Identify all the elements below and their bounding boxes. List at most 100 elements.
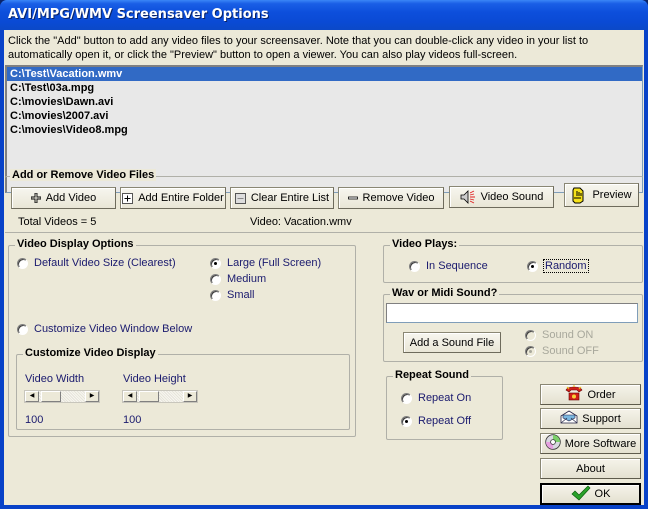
- sound-on-label: Sound ON: [542, 329, 594, 341]
- radio-circle: [409, 260, 420, 272]
- wav-midi-sound-label: Wav or Midi Sound?: [390, 287, 500, 299]
- repeat-on-label: Repeat On: [418, 392, 472, 404]
- sound-on-radio[interactable]: Sound ON: [525, 329, 593, 341]
- default-video-size-radio[interactable]: Default Video Size (Clearest): [17, 257, 176, 269]
- file-list-item[interactable]: C:\Test\Vacation.wmv: [7, 67, 642, 81]
- video-height-value: 100: [123, 414, 142, 426]
- add-video-label: Add Video: [45, 192, 97, 204]
- minus-icon: [347, 195, 358, 201]
- video-height-slider[interactable]: ◀ ▶: [122, 390, 198, 403]
- ok-label: OK: [594, 488, 611, 500]
- medium-label: Medium: [227, 273, 267, 285]
- radio-circle: [401, 392, 412, 404]
- plus-box-icon: [122, 192, 134, 204]
- file-list-item[interactable]: C:\movies\Video8.mpg: [7, 123, 642, 137]
- about-button[interactable]: About: [540, 458, 641, 479]
- radio-circle: [210, 257, 221, 269]
- scroll-left-arrow-icon[interactable]: ◀: [25, 391, 39, 402]
- video-plays-label: Video Plays:: [390, 238, 460, 250]
- current-video-name: Video: Vacation.wmv: [250, 216, 352, 228]
- add-sound-file-button[interactable]: Add a Sound File: [403, 332, 501, 353]
- speaker-icon: [460, 190, 476, 204]
- repeat-off-radio[interactable]: Repeat Off: [401, 415, 471, 427]
- add-sound-file-label: Add a Sound File: [409, 336, 495, 349]
- large-full-screen-label: Large (Full Screen): [227, 257, 322, 269]
- clear-entire-list-label: Clear Entire List: [250, 192, 330, 204]
- scroll-right-arrow-icon[interactable]: ▶: [85, 391, 99, 402]
- more-software-label: More Software: [564, 437, 637, 450]
- radio-circle: [525, 345, 536, 357]
- medium-radio[interactable]: Medium: [210, 273, 266, 285]
- more-software-button[interactable]: More Software: [540, 433, 641, 454]
- customize-video-window-radio[interactable]: Customize Video Window Below: [17, 323, 192, 335]
- repeat-sound-label: Repeat Sound: [393, 369, 471, 381]
- random-label: Random: [543, 259, 589, 273]
- default-video-size-label: Default Video Size (Clearest): [34, 257, 176, 269]
- sound-off-label: Sound OFF: [542, 345, 599, 357]
- file-list-item[interactable]: C:\Test\03a.mpg: [7, 81, 642, 95]
- repeat-sound-group: Repeat Sound: [386, 369, 503, 440]
- slider-thumb[interactable]: [41, 391, 61, 402]
- scroll-left-arrow-icon[interactable]: ◀: [123, 391, 137, 402]
- radio-circle: [17, 323, 28, 335]
- file-list-item[interactable]: C:\movies\Dawn.avi: [7, 95, 642, 109]
- customize-video-window-label: Customize Video Window Below: [34, 323, 193, 335]
- customize-video-display-label: Customize Video Display: [23, 347, 158, 359]
- remove-video-label: Remove Video: [362, 192, 435, 204]
- instructions-text: Click the "Add" button to add any video …: [8, 35, 589, 61]
- add-remove-group-label: Add or Remove Video Files: [10, 169, 157, 181]
- radio-circle: [401, 415, 412, 427]
- scroll-right-arrow-icon[interactable]: ▶: [183, 391, 197, 402]
- video-sound-button[interactable]: Video Sound: [449, 186, 554, 208]
- video-width-label: Video Width: [25, 373, 85, 385]
- total-videos-count: Total Videos = 5: [18, 216, 97, 228]
- screensaver-options-window: AVI/MPG/WMV Screensaver Options Click th…: [0, 0, 648, 509]
- minus-box-icon: [234, 192, 246, 204]
- title-bar[interactable]: AVI/MPG/WMV Screensaver Options: [0, 0, 648, 30]
- add-entire-folder-button[interactable]: Add Entire Folder: [120, 187, 226, 209]
- add-entire-folder-label: Add Entire Folder: [138, 192, 224, 204]
- window-title: AVI/MPG/WMV Screensaver Options: [8, 7, 269, 22]
- video-sound-label: Video Sound: [480, 191, 544, 203]
- checkmark-icon: [571, 485, 591, 504]
- about-label: About: [576, 462, 605, 475]
- file-list-item[interactable]: C:\movies\2007.avi: [7, 109, 642, 123]
- cd-disc-icon: [545, 434, 561, 453]
- support-label: Support: [582, 412, 621, 425]
- preview-button[interactable]: Preview: [564, 183, 639, 207]
- order-button[interactable]: Order: [540, 384, 641, 405]
- preview-icon: [571, 186, 587, 204]
- in-sequence-label: In Sequence: [426, 260, 488, 272]
- telephone-icon: [565, 385, 583, 404]
- video-width-slider[interactable]: ◀ ▶: [24, 390, 100, 403]
- clear-entire-list-button[interactable]: Clear Entire List: [230, 187, 334, 209]
- small-radio[interactable]: Small: [210, 289, 255, 301]
- radio-circle: [210, 289, 221, 301]
- support-button[interactable]: Support: [540, 408, 641, 429]
- dialog-client-area: Click the "Add" button to add any video …: [4, 30, 644, 505]
- envelope-icon: [560, 410, 578, 427]
- separator: [5, 232, 643, 233]
- radio-circle: [525, 329, 536, 341]
- radio-circle: [527, 260, 538, 272]
- remove-video-button[interactable]: Remove Video: [338, 187, 444, 209]
- repeat-on-radio[interactable]: Repeat On: [401, 392, 471, 404]
- preview-label: Preview: [592, 189, 632, 201]
- sound-file-input[interactable]: [386, 303, 638, 323]
- plus-icon: [30, 193, 41, 203]
- repeat-off-label: Repeat Off: [418, 415, 471, 427]
- large-full-screen-radio[interactable]: Large (Full Screen): [210, 257, 321, 269]
- small-label: Small: [227, 289, 255, 301]
- order-label: Order: [587, 388, 616, 401]
- add-video-button[interactable]: Add Video: [11, 187, 116, 209]
- random-radio[interactable]: Random: [527, 259, 589, 273]
- slider-thumb[interactable]: [139, 391, 159, 402]
- in-sequence-radio[interactable]: In Sequence: [409, 260, 488, 272]
- ok-button[interactable]: OK: [540, 483, 641, 505]
- radio-circle: [210, 273, 221, 285]
- radio-circle: [17, 257, 28, 269]
- video-height-label: Video Height: [123, 373, 186, 385]
- sound-off-radio[interactable]: Sound OFF: [525, 345, 599, 357]
- video-width-value: 100: [25, 414, 44, 426]
- video-display-options-label: Video Display Options: [15, 238, 136, 250]
